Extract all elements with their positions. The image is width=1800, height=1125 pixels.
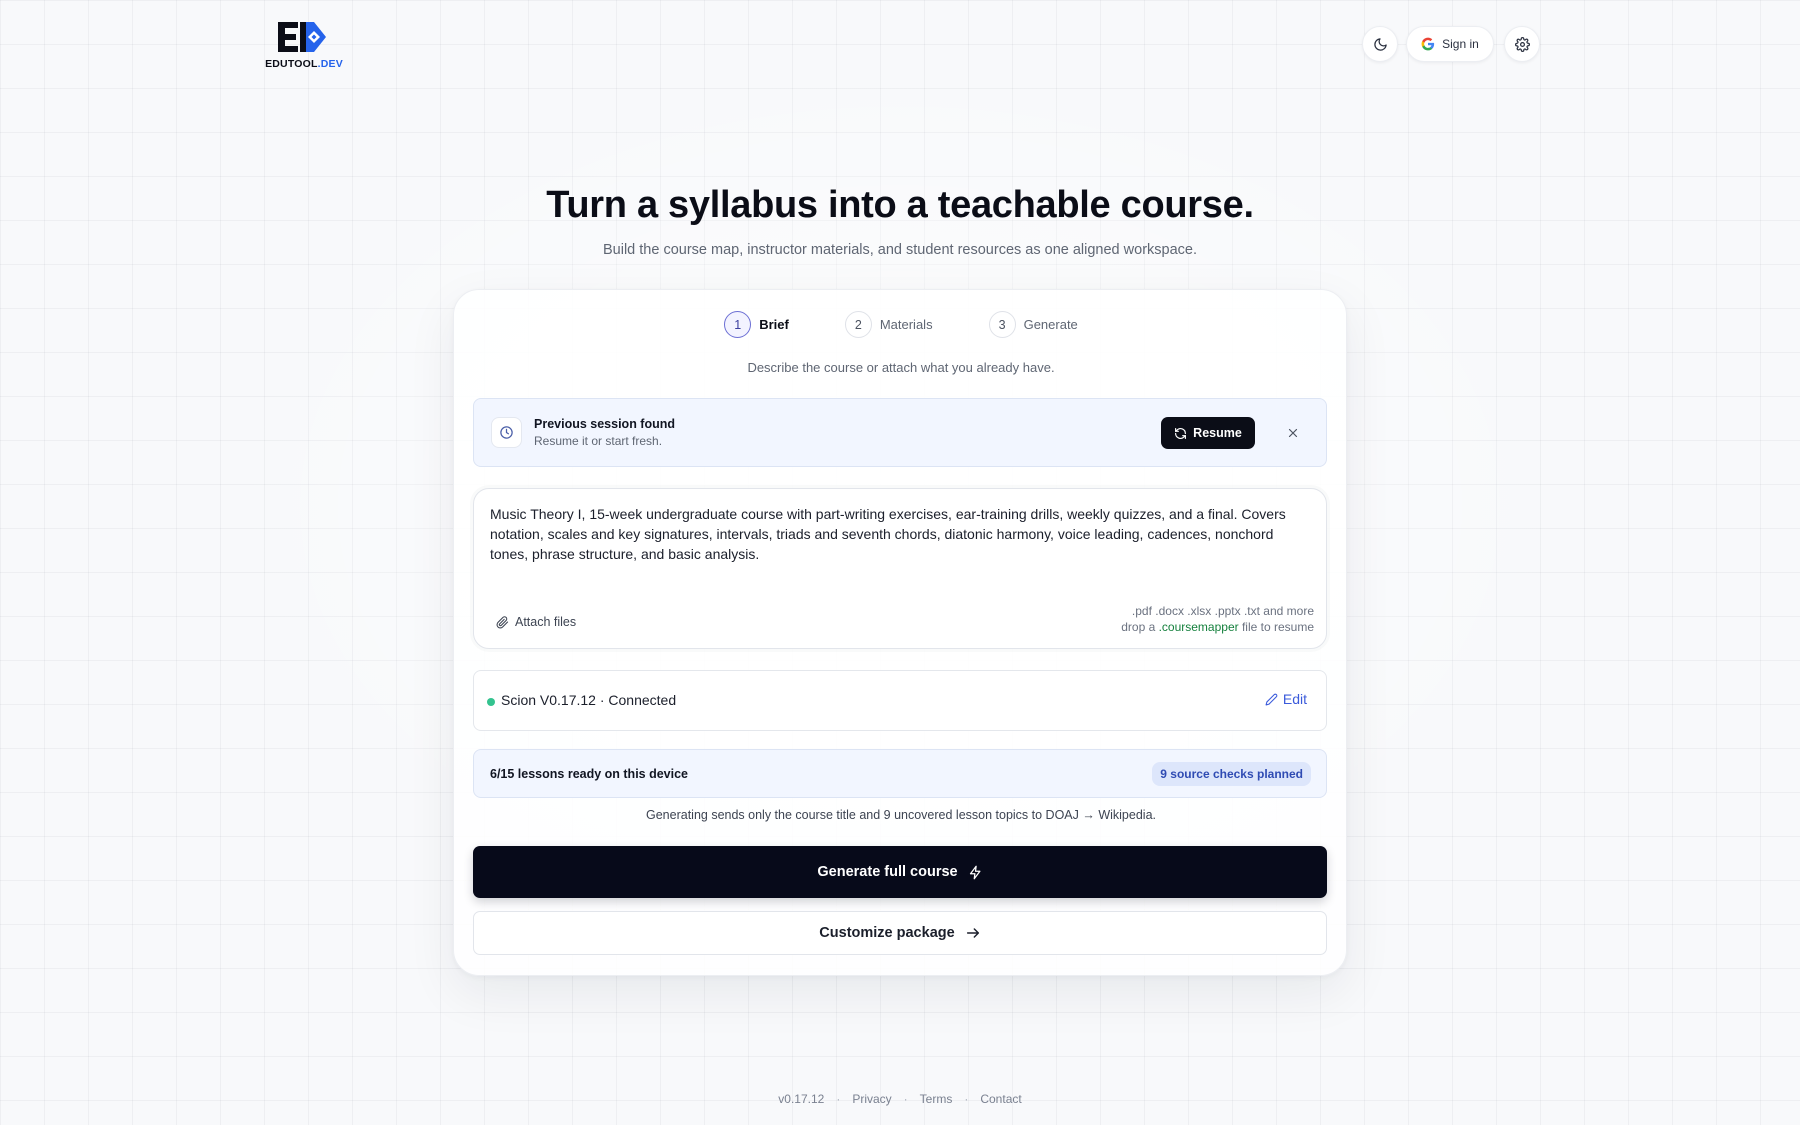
logo[interactable]: EDUTOOL.DEV (262, 18, 346, 72)
footer-separator: · (964, 1092, 969, 1106)
status-dot (487, 698, 495, 706)
edit-label: Edit (1282, 691, 1307, 707)
lightning-icon (969, 865, 981, 879)
settings-button[interactable] (1504, 26, 1540, 62)
connection-status-panel: Scion V0.17.12 · Connected Edit (473, 670, 1327, 731)
card-description: Describe the course or attach what you a… (747, 360, 1055, 375)
footer-separator: · (903, 1092, 908, 1106)
logo-wordmark: EDUTOOL.DEV (265, 58, 343, 70)
clock-icon-wrapper (491, 417, 522, 448)
session-title: Previous session found (534, 417, 676, 431)
step-number: 1 (724, 311, 752, 338)
privacy-link[interactable]: Privacy (852, 1092, 891, 1106)
stepper: 1 Brief 2 Materials 3 Generate (454, 311, 1348, 338)
step-number: 2 (844, 311, 872, 338)
gear-icon (1514, 36, 1530, 52)
terms-link[interactable]: Terms (920, 1092, 953, 1106)
pencil-icon (1265, 693, 1278, 705)
paperclip-icon (496, 615, 509, 628)
contact-link[interactable]: Contact (980, 1092, 1021, 1106)
arrow-right-icon (966, 928, 979, 938)
page-subtitle: Build the course map, instructor materia… (602, 242, 1197, 258)
footer: v0.17.12 · Privacy · Terms · Contact (0, 1092, 1800, 1106)
page-title: Turn a syllabus into a teachable course. (546, 184, 1254, 226)
google-icon (1421, 37, 1435, 51)
edit-connection-button[interactable]: Edit (1265, 691, 1307, 707)
privacy-note: Generating sends only the course title a… (646, 808, 1156, 822)
logo-mark-icon (278, 22, 326, 52)
supported-file-types: .pdf .docx .xlsx .pptx .txt and more (1131, 604, 1314, 618)
session-subtitle: Resume it or start fresh. (534, 434, 663, 448)
resume-file-hint: drop a .coursemapper file to resume (1121, 620, 1314, 634)
file-hints: .pdf .docx .xlsx .pptx .txt and more dro… (1121, 603, 1314, 635)
step-label: Brief (759, 317, 789, 332)
moon-icon (1373, 37, 1387, 51)
course-brief-card: 1 Brief 2 Materials 3 Generate Describe … (453, 289, 1347, 976)
step-label: Materials (879, 317, 933, 332)
lessons-status-panel: 6/15 lessons ready on this device 9 sour… (473, 749, 1327, 798)
generate-label: Generate full course (817, 864, 958, 880)
customize-label: Customize package (819, 925, 955, 941)
source-checks-badge: 9 source checks planned (1152, 762, 1311, 786)
customize-package-button[interactable]: Customize package (473, 911, 1327, 955)
footer-separator: · (836, 1092, 841, 1106)
clock-icon (500, 426, 513, 439)
step-materials[interactable]: 2 Materials (844, 311, 933, 338)
attach-files-label: Attach files (515, 615, 577, 629)
sign-in-button[interactable]: Sign in (1406, 26, 1494, 62)
resume-button[interactable]: Resume (1161, 417, 1255, 449)
refresh-icon (1175, 427, 1187, 439)
step-label: Generate (1023, 317, 1078, 332)
course-brief-textarea[interactable]: Music Theory I, 15-week undergraduate co… (490, 504, 1310, 564)
close-icon (1288, 428, 1298, 438)
attach-files-button[interactable]: Attach files (496, 610, 576, 634)
generate-full-course-button[interactable]: Generate full course (473, 846, 1327, 898)
coursemapper-extension: .coursemapper (1158, 620, 1239, 634)
sign-in-label: Sign in (1442, 37, 1479, 51)
step-generate[interactable]: 3 Generate (988, 311, 1078, 338)
version-label: v0.17.12 (778, 1092, 825, 1106)
course-brief-field[interactable]: Music Theory I, 15-week undergraduate co… (473, 488, 1327, 649)
step-number: 3 (988, 311, 1016, 338)
theme-toggle-button[interactable] (1362, 26, 1398, 62)
resume-label: Resume (1193, 426, 1242, 440)
connection-status-label: Scion V0.17.12 · Connected (501, 692, 677, 708)
step-brief[interactable]: 1 Brief (724, 311, 789, 338)
dismiss-session-button[interactable] (1282, 422, 1304, 444)
lessons-ready-label: 6/15 lessons ready on this device (490, 767, 689, 781)
previous-session-banner: Previous session found Resume it or star… (473, 398, 1327, 467)
